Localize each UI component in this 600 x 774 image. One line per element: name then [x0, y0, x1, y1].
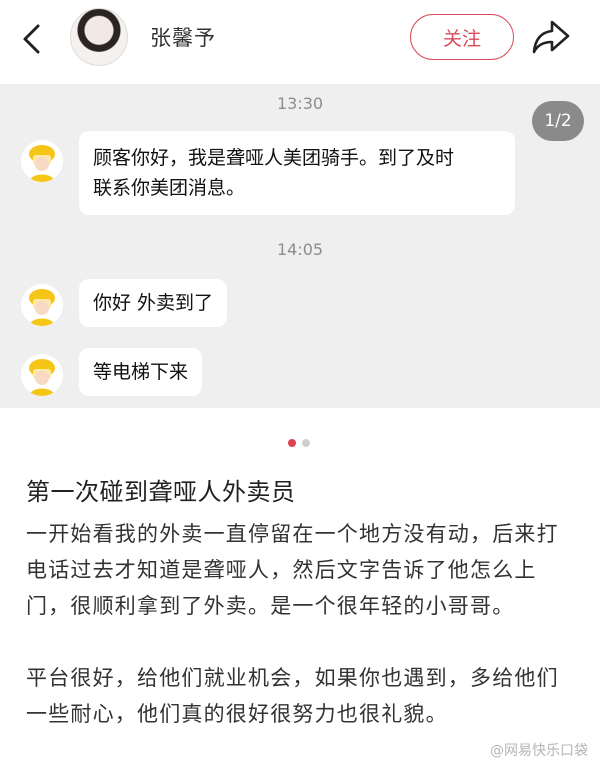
post-title: 第一次碰到聋哑人外卖员: [26, 478, 296, 506]
post-paragraph: 平台很好，给他们就业机会，如果你也遇到，多给他们一些耐心，他们真的很好很努力也很…: [26, 666, 559, 726]
user-avatar[interactable]: [70, 8, 128, 66]
chat-image[interactable]: 13:30 1/2 顾客你好，我是聋哑人美团骑手。到了及时 联系你美团消息。 1…: [0, 84, 600, 408]
carousel-dot[interactable]: [302, 439, 310, 447]
username[interactable]: 张馨予: [150, 22, 216, 52]
message-text: 顾客你好，我是聋哑人美团骑手。到了及时: [93, 147, 455, 169]
message-bubble: 顾客你好，我是聋哑人美团骑手。到了及时 联系你美团消息。: [79, 131, 515, 215]
carousel-dot-active[interactable]: [288, 439, 296, 447]
carousel-dots: [288, 438, 312, 448]
share-icon[interactable]: [530, 18, 572, 56]
rider-avatar-icon: [21, 354, 63, 396]
rider-avatar-icon: [21, 140, 63, 182]
follow-button[interactable]: 关注: [410, 14, 514, 60]
message-bubble: 你好 外卖到了: [79, 279, 228, 327]
message-text: 联系你美团消息。: [93, 177, 246, 199]
message-text: 你好 外卖到了: [93, 292, 214, 314]
rider-avatar-icon: [21, 284, 63, 326]
chat-timestamp: 13:30: [276, 94, 324, 113]
chat-timestamp: 14:05: [276, 240, 324, 259]
message-text: 等电梯下来: [93, 361, 189, 383]
top-bar: 张馨予 关注: [0, 0, 600, 84]
back-arrow-icon[interactable]: [18, 22, 48, 56]
watermark: @网易快乐口袋: [490, 743, 588, 759]
post-paragraph: 一开始看我的外卖一直停留在一个地方没有动，后来打电话过去才知道是聋哑人，然后文字…: [26, 522, 559, 618]
message-bubble: 等电梯下来: [79, 348, 203, 396]
image-page-indicator: 1/2: [532, 101, 584, 141]
